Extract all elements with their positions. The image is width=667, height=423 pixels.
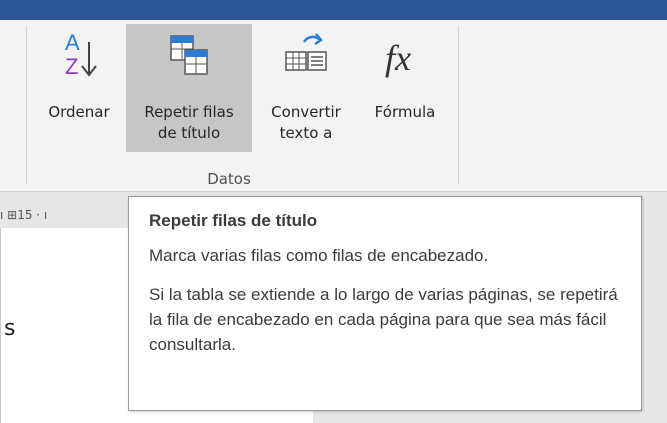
tooltip-description: Marca varias filas como filas de encabez… xyxy=(149,246,489,265)
document-text: s xyxy=(4,316,16,341)
svg-text:Z: Z xyxy=(65,54,78,79)
group-separator-left xyxy=(26,26,27,184)
horizontal-ruler[interactable]: ı ⊞15 · ı xyxy=(0,204,130,226)
convert-to-text-icon xyxy=(285,33,327,71)
repeat-header-rows-label-line1: Repetir filas xyxy=(144,103,234,121)
convert-to-text-button[interactable]: Convertir texto a xyxy=(254,24,358,152)
ribbon-layout-tab: A Z Ordenar Repetir filas de título Conv… xyxy=(0,20,667,192)
tooltip-detail: Si la tabla se extiende a lo largo de va… xyxy=(149,285,618,354)
group-label-datos: Datos xyxy=(207,170,251,188)
convert-to-text-label-line1: Convertir xyxy=(271,103,341,121)
title-bar xyxy=(0,0,667,20)
svg-text:A: A xyxy=(65,30,80,55)
repeat-header-rows-label-line2: de título xyxy=(157,124,221,142)
sort-button[interactable]: A Z Ordenar xyxy=(36,24,122,152)
formula-button-label: Fórmula xyxy=(374,103,436,121)
group-separator-right xyxy=(458,26,459,184)
repeat-header-rows-button[interactable]: Repetir filas de título xyxy=(126,24,252,152)
tooltip-title: Repetir filas de título xyxy=(149,211,318,230)
svg-text:fx: fx xyxy=(385,38,411,78)
convert-to-text-label-line2: texto a xyxy=(279,124,333,142)
sort-az-icon: A Z xyxy=(65,30,97,79)
sort-button-label: Ordenar xyxy=(48,103,110,121)
formula-button[interactable]: fx Fórmula xyxy=(360,24,450,152)
formula-fx-icon: fx xyxy=(385,38,411,78)
tooltip-repeat-header-rows: Repetir filas de título Marca varias fil… xyxy=(128,196,642,411)
repeat-header-rows-icon xyxy=(170,35,208,75)
